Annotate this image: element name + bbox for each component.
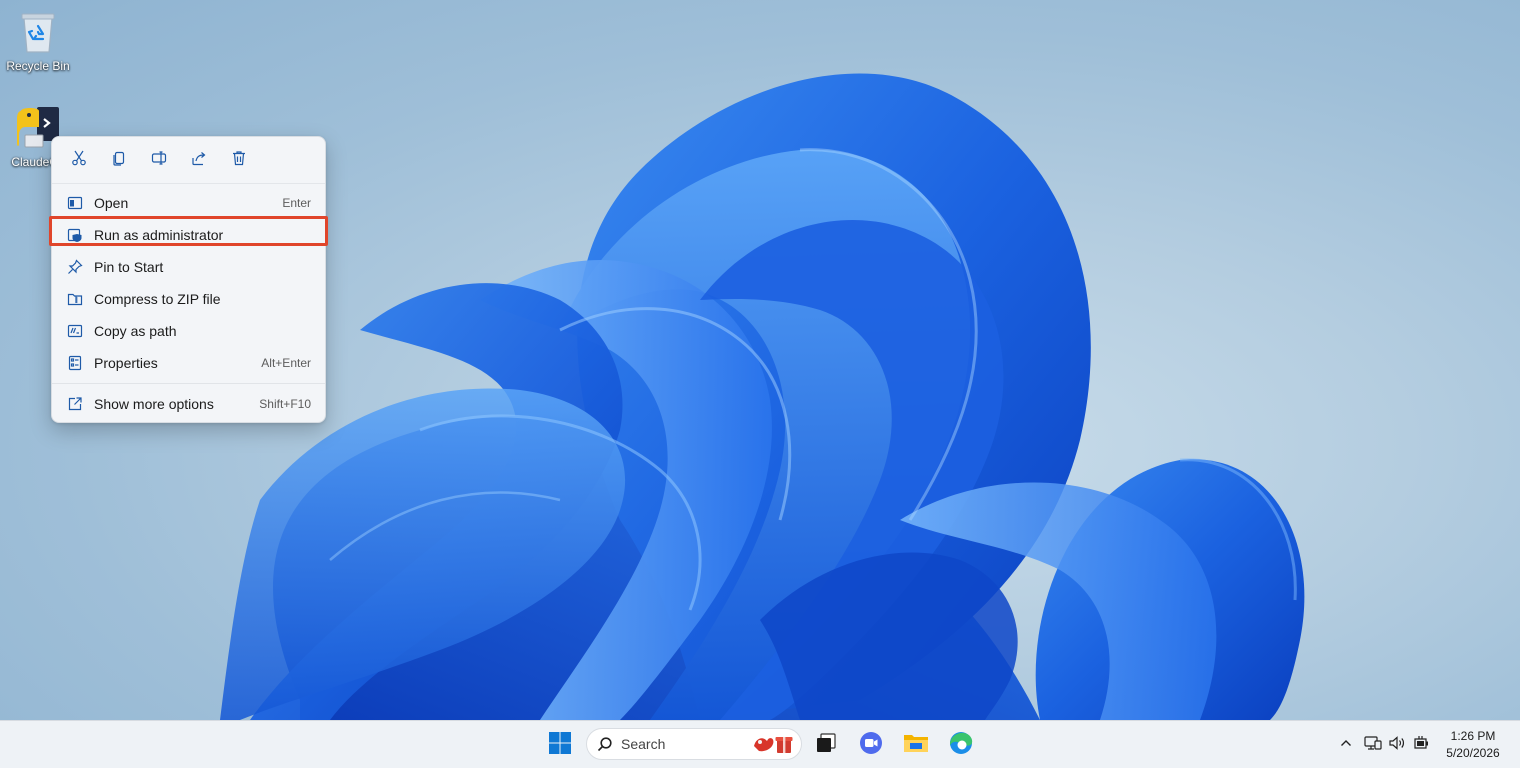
- edge-browser-icon: [948, 730, 974, 761]
- tray-volume-button[interactable]: [1386, 727, 1408, 763]
- menu-item-label: Copy as path: [94, 323, 177, 339]
- tray-overflow-button[interactable]: [1333, 727, 1359, 763]
- volume-icon: [1388, 735, 1406, 756]
- task-view-icon: [814, 731, 838, 760]
- menu-item-show-more-options[interactable]: Show more options Shift+F10: [52, 388, 325, 420]
- copy-icon: [111, 150, 127, 171]
- menu-item-label: Pin to Start: [94, 259, 164, 275]
- share-button[interactable]: [184, 145, 214, 175]
- file-explorer-button[interactable]: [898, 727, 934, 763]
- menu-item-open[interactable]: Open Enter: [52, 187, 325, 219]
- share-icon: [191, 150, 207, 171]
- menu-item-label: Properties: [94, 355, 158, 371]
- taskbar: Search 1:26 PM 5/20/2026: [0, 720, 1520, 768]
- menu-item-pin-to-start[interactable]: Pin to Start: [52, 251, 325, 283]
- clock-time: 1:26 PM: [1450, 729, 1496, 743]
- tray-battery-button[interactable]: [1410, 727, 1432, 763]
- clock-date: 5/20/2026: [1446, 746, 1500, 760]
- menu-item-shortcut: Enter: [282, 196, 311, 210]
- trash-icon: [231, 150, 247, 171]
- search-highlight-icon: [751, 732, 795, 756]
- recycle-bin-icon: [14, 8, 62, 56]
- menu-item-run-as-administrator[interactable]: Run as administrator: [49, 216, 328, 251]
- desktop-icon-label: Recycle Bin: [6, 59, 70, 73]
- menu-separator: [52, 383, 325, 384]
- menu-item-shortcut: Shift+F10: [259, 397, 311, 411]
- context-menu-list: Open Enter Run as administrator Pin to S…: [49, 184, 328, 420]
- copy-path-icon: [66, 322, 84, 340]
- menu-item-label: Show more options: [94, 396, 214, 412]
- desktop-icon-recycle-bin[interactable]: Recycle Bin: [0, 8, 76, 73]
- shield-icon: [66, 226, 84, 244]
- meet-button[interactable]: [853, 727, 889, 763]
- desktop[interactable]: Recycle Bin ClaudeCo Open Enter Run as a…: [0, 0, 1520, 768]
- pin-icon: [66, 258, 84, 276]
- folder-icon: [903, 731, 929, 760]
- scissors-icon: [71, 150, 87, 171]
- copy-button[interactable]: [104, 145, 134, 175]
- rename-button[interactable]: [144, 145, 174, 175]
- search-placeholder: Search: [621, 736, 666, 752]
- battery-icon: [1412, 735, 1430, 756]
- search-icon: [597, 736, 613, 752]
- menu-item-shortcut: Alt+Enter: [261, 356, 311, 370]
- rename-icon: [151, 150, 167, 171]
- edge-browser-button[interactable]: [943, 727, 979, 763]
- menu-item-compress-to-zip[interactable]: Compress to ZIP file: [52, 283, 325, 315]
- video-call-icon: [858, 730, 884, 761]
- context-menu: Open Enter Run as administrator Pin to S…: [49, 136, 328, 423]
- taskbar-clock[interactable]: 1:26 PM 5/20/2026: [1436, 728, 1510, 762]
- properties-icon: [66, 354, 84, 372]
- menu-item-label: Open: [94, 195, 129, 211]
- task-view-button[interactable]: [808, 727, 844, 763]
- menu-item-copy-as-path[interactable]: Copy as path: [52, 315, 325, 347]
- cut-button[interactable]: [64, 145, 94, 175]
- tray-network-button[interactable]: [1362, 727, 1384, 763]
- taskbar-search-box[interactable]: Search: [586, 728, 802, 760]
- chevron-up-icon: [1340, 736, 1352, 754]
- network-icon: [1364, 735, 1382, 756]
- more-options-icon: [66, 395, 84, 413]
- zip-folder-icon: [66, 290, 84, 308]
- menu-item-label: Compress to ZIP file: [94, 291, 221, 307]
- menu-item-label: Run as administrator: [94, 227, 224, 243]
- open-window-icon: [66, 194, 84, 212]
- windows-logo-icon: [548, 731, 572, 760]
- delete-button[interactable]: [224, 145, 254, 175]
- start-button[interactable]: [542, 727, 578, 763]
- menu-item-properties[interactable]: Properties Alt+Enter: [52, 347, 325, 379]
- context-menu-quick-actions: [52, 137, 325, 184]
